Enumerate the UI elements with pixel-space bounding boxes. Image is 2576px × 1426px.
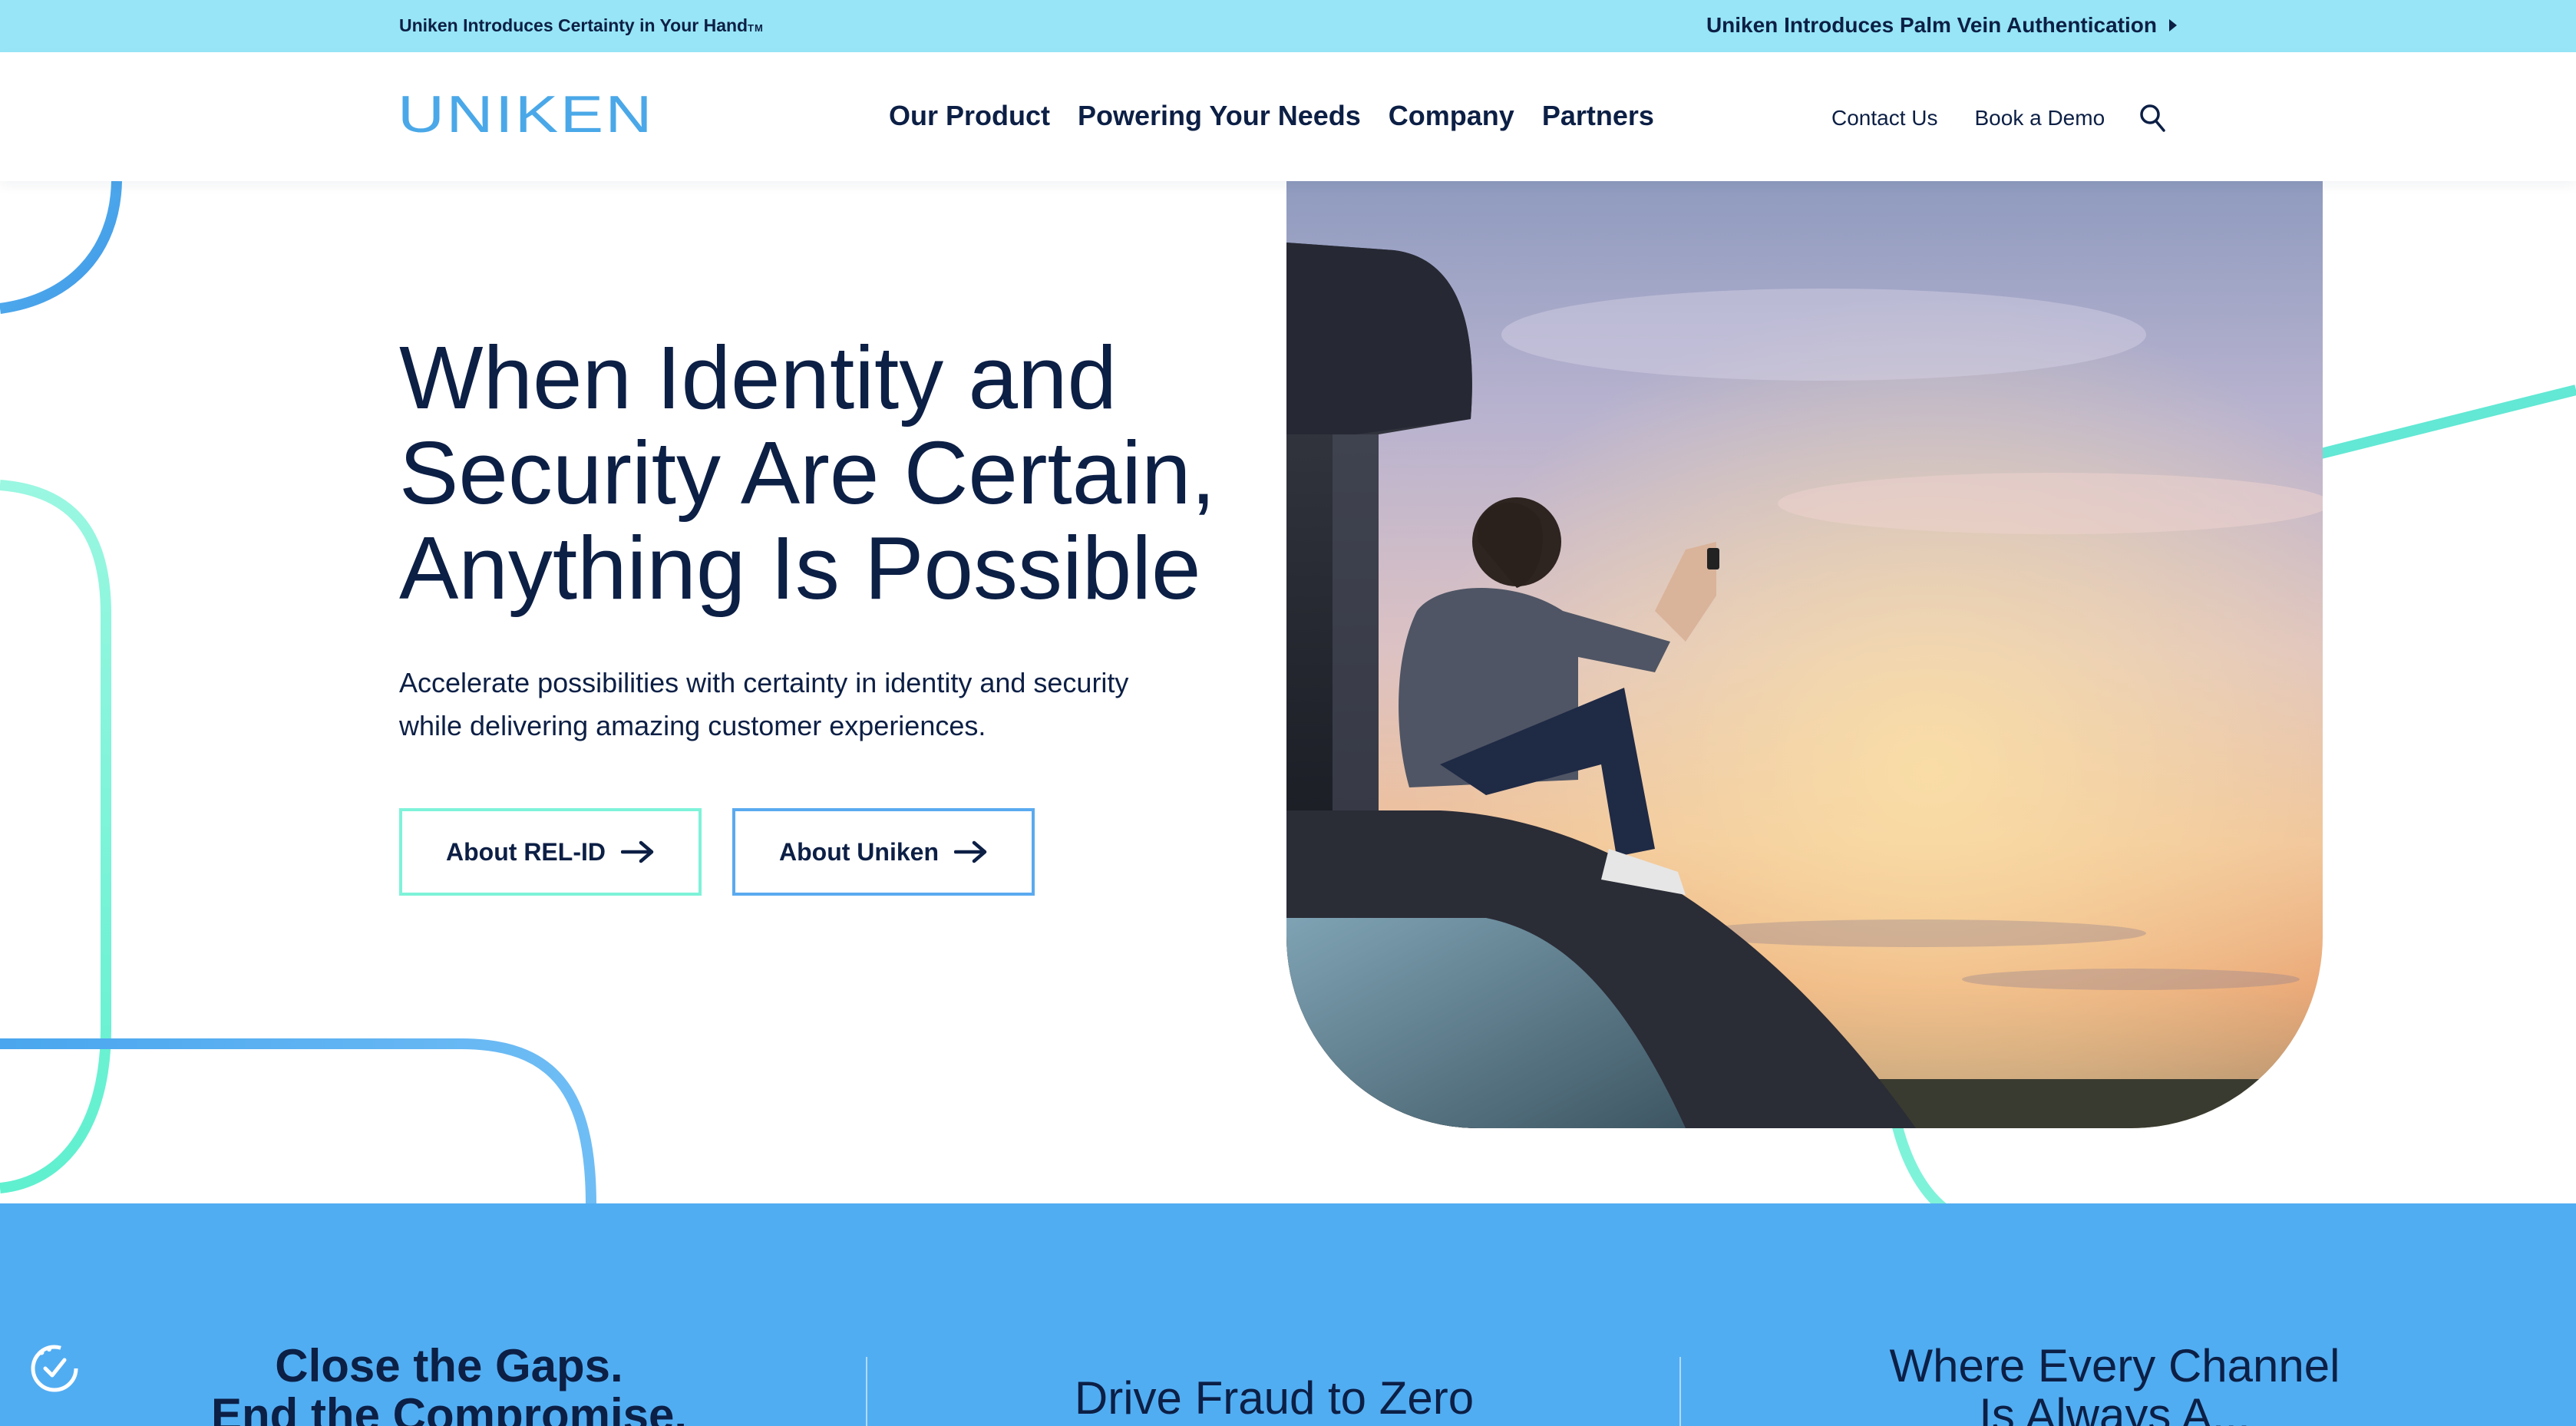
hero-subtitle: Accelerate possibilities with certainty … [399,662,1243,748]
feature-band: Close the Gaps. End the Compromise. Driv… [0,1203,2576,1426]
logo-wordmark: UNIKEN [398,94,654,137]
announcement-left-text: Uniken Introduces Certainty in Your Hand [399,15,748,35]
nav-company[interactable]: Company [1389,100,1514,132]
feature-divider [1679,1357,1681,1426]
hero-image [1286,181,2323,1128]
hero-subtitle-line-2: while delivering amazing customer experi… [399,710,986,741]
feature-close-gaps-line-2: End the Compromise. [210,1389,688,1426]
hero-title-line-1: When Identity and [399,328,1118,427]
feature-every-channel-line-1: Where Every Channel [1889,1340,2340,1391]
feature-drive-fraud: Drive Fraud to Zero [1074,1372,1475,1424]
trademark-mark: TM [748,22,764,34]
book-demo-link[interactable]: Book a Demo [1975,106,2105,130]
nav-powering-your-needs[interactable]: Powering Your Needs [1078,100,1361,132]
feature-every-channel-line-2: Is Always A... [1979,1389,2251,1426]
announcement-bar: Uniken Introduces Certainty in Your Hand… [0,0,2576,52]
hero-title-line-2: Security Are Certain, [399,423,1216,523]
feature-close-gaps-line-1: Close the Gaps. [275,1340,623,1391]
accessibility-check-icon[interactable] [29,1343,80,1394]
announcement-link-label[interactable]: Uniken Introduces Palm Vein Authenticati… [1706,13,2157,38]
feature-close-gaps: Close the Gaps. End the Compromise. [130,1342,768,1426]
feature-divider [866,1357,867,1426]
about-uniken-button[interactable]: About Uniken [732,808,1035,896]
search-icon[interactable] [2138,103,2166,134]
nav-our-product[interactable]: Our Product [889,100,1050,132]
about-uniken-label: About Uniken [779,837,939,866]
announcement-link[interactable]: Uniken Introduces Palm Vein Authenticati… [1706,13,2177,38]
about-rel-id-label: About REL-ID [446,837,606,866]
site-header: UNIKEN Our Product Powering Your Needs C… [0,52,2576,181]
uniken-logo[interactable]: UNIKEN [398,94,659,137]
feature-every-channel: Where Every Channel Is Always A... [1712,1342,2518,1426]
arrow-right-icon [620,840,654,863]
arrow-right-icon [953,840,987,863]
caret-right-icon [2169,19,2177,31]
nav-partners[interactable]: Partners [1542,100,1654,132]
utility-nav: Contact Us Book a Demo [1831,103,2166,134]
about-rel-id-button[interactable]: About REL-ID [399,808,702,896]
hero-subtitle-line-1: Accelerate possibilities with certainty … [399,667,1129,698]
announcement-text: Uniken Introduces Certainty in Your Hand… [399,15,764,36]
hero-title-line-3: Anything Is Possible [399,518,1201,618]
contact-us-link[interactable]: Contact Us [1831,106,1938,130]
main-nav: Our Product Powering Your Needs Company … [889,100,1654,132]
hero-title: When Identity and Security Are Certain, … [399,330,1305,616]
hero-photo-illustration [1286,181,2323,1128]
